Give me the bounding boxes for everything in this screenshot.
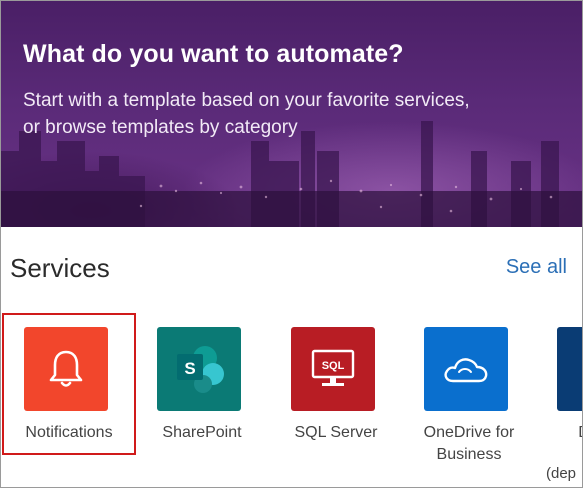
sharepoint-tile-icon-box: S <box>157 327 241 411</box>
service-tile-partial[interactable]: Dy <box>535 321 582 461</box>
service-tile-notifications[interactable]: Notifications <box>2 313 136 455</box>
svg-text:SQL: SQL <box>322 360 345 372</box>
hero-subtitle-line-2: or browse templates by category <box>23 117 298 138</box>
tile-label: SQL Server <box>294 424 378 441</box>
tile-label: Dy <box>521 422 582 444</box>
cloud-icon <box>444 358 488 383</box>
tile-label-text: OneDrive for Business <box>423 424 515 463</box>
onedrive-tile-icon-box <box>424 327 508 411</box>
see-all-link[interactable]: See all <box>506 256 567 279</box>
notifications-tile-icon-box <box>24 327 108 411</box>
hero-banner: What do you want to automate? Start with… <box>1 1 582 227</box>
hero-title: What do you want to automate? <box>23 40 404 68</box>
service-tile-sharepoint[interactable]: S SharePoint <box>135 321 269 461</box>
hero-subtitle-line-1: Start with a template based on your favo… <box>23 90 470 111</box>
tile-label: OneDrive for Business <box>402 422 536 466</box>
partial-tile-icon-box <box>557 327 582 411</box>
tile-label: SharePoint <box>162 424 242 441</box>
svg-text:S: S <box>184 359 195 378</box>
services-heading: Services <box>10 253 110 283</box>
bell-icon <box>49 350 83 387</box>
hero-subtitle: Start with a template based on your favo… <box>23 87 563 141</box>
service-tile-onedrive-business[interactable]: OneDrive for Business <box>402 321 536 463</box>
tile-label: Notifications <box>25 424 113 441</box>
app-frame: What do you want to automate? Start with… <box>0 0 583 488</box>
sql-server-tile-icon-box: SQL <box>291 327 375 411</box>
overflow-text: (dep <box>546 465 577 482</box>
sharepoint-icon: S <box>177 346 224 393</box>
service-tile-sql-server[interactable]: SQL SQL Server <box>269 321 403 461</box>
sql-monitor-icon: SQL <box>311 349 355 386</box>
